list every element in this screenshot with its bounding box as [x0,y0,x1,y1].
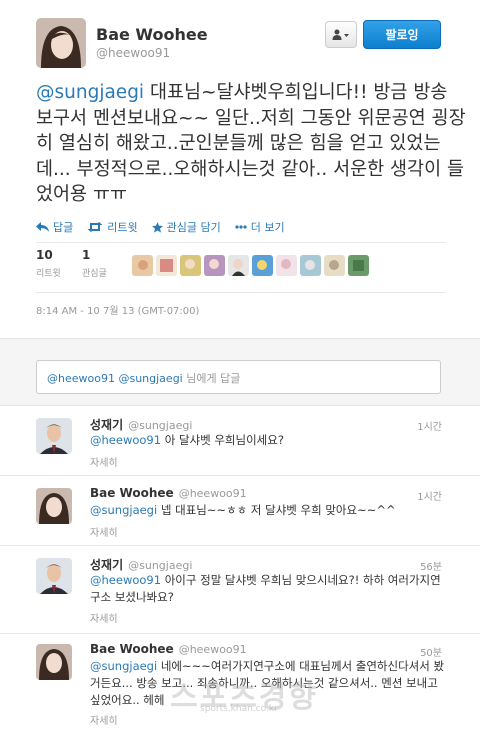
retweeter-avatars [132,255,369,276]
more-label: 더 보기 [250,221,285,234]
reply-time[interactable]: 1시간 [417,488,442,503]
tweet-timestamp[interactable]: 8:14 AM - 10 7월 13 (GMT-07:00) [36,302,199,317]
reply-mention[interactable]: @sungjaegi [90,503,157,517]
reply-details-link[interactable]: 자세히 [90,610,118,625]
reply-author[interactable]: 성재기 @sungjaegi [90,556,192,573]
profile-name[interactable]: Bae Woohee [96,25,208,44]
reply-body: 넵 대표님~~ㅎㅎ 저 달샤벳 우희 맞아요~~^^ [157,503,396,517]
tweet-actions: 답글 리트윗 관심글 담기 더 보기 [36,218,285,236]
avatar[interactable] [228,255,249,276]
star-icon [151,221,163,233]
retweet-action[interactable]: 리트윗 [87,219,138,235]
reply-author-name: 성재기 [90,558,124,572]
reply-item[interactable]: 성재기 @sungjaegi 56분 @heewoo91 아이구 정말 달샤벳 우… [0,546,480,634]
user-menu-button[interactable] [325,21,357,48]
profile-handle[interactable]: @heewoo91 [96,46,170,60]
avatar[interactable] [324,255,345,276]
avatar[interactable] [276,255,297,276]
reply-body: 아 달샤벳 우희님이세요? [161,433,284,447]
retweet-label: 리트윗 [107,221,138,234]
avatar[interactable] [204,255,225,276]
avatar[interactable] [300,255,321,276]
reply-mention[interactable]: @heewoo91 [90,433,161,447]
reply-details-link[interactable]: 자세히 [90,712,118,727]
reply-mention-1: @heewoo91 [47,372,115,385]
reply-item[interactable]: Bae Woohee @heewoo91 1시간 @sungjaegi 넵 대표님… [0,476,480,546]
avatar[interactable] [132,255,153,276]
avatar[interactable] [348,255,369,276]
reply-time[interactable]: 56분 [420,558,442,573]
divider [36,292,446,293]
reply-item[interactable]: 성재기 @sungjaegi 1시간 @heewoo91 아 달샤벳 우희님이세요… [0,406,480,476]
retweet-count-label: 리트윗 [36,269,61,279]
reply-text: @sungjaegi 넵 대표님~~ㅎㅎ 저 달샤벳 우희 맞아요~~^^ [90,502,450,519]
avatar[interactable] [252,255,273,276]
favorite-label: 관심글 담기 [166,221,221,234]
tweet-stats: 10 리트윗 1 관심글 [36,248,128,288]
reply-author-name: 성재기 [90,418,124,432]
reply-area: @heewoo91 @sungjaegi 님에게 답글 [0,338,480,406]
reply-mention[interactable]: @sungjaegi [90,659,157,673]
reply-label: 답글 [53,221,74,234]
avatar[interactable] [36,558,72,594]
following-button[interactable]: 팔로잉 [363,20,441,49]
divider [36,242,446,243]
profile-header: Bae Woohee @heewoo91 팔로잉 [0,0,480,80]
more-action[interactable]: 더 보기 [235,219,285,235]
watermark-url: sports.khan.co.kr [200,704,278,714]
reply-author[interactable]: 성재기 @sungjaegi [90,416,192,433]
reply-details-link[interactable]: 자세히 [90,524,118,539]
reply-mention[interactable]: @heewoo91 [90,573,161,587]
reply-mention-2: @sungjaegi [118,372,183,385]
reply-author-name: Bae Woohee [90,642,174,656]
reply-author[interactable]: Bae Woohee @heewoo91 [90,486,247,500]
favorite-action[interactable]: 관심글 담기 [151,219,221,235]
avatar[interactable] [156,255,177,276]
reply-time[interactable]: 50분 [420,644,442,659]
reply-author-name: Bae Woohee [90,486,174,500]
avatar[interactable] [36,18,86,68]
favorite-count-value: 1 [82,248,91,262]
reply-author-handle: @sungjaegi [128,559,193,572]
avatar[interactable] [36,488,72,524]
reply-text: @heewoo91 아 달샤벳 우희님이세요? [90,432,450,449]
avatar[interactable] [36,418,72,454]
reply-action[interactable]: 답글 [36,219,73,235]
reply-time[interactable]: 1시간 [417,418,442,433]
tweet-text: @sungjaegi 대표님~달샤벳우희입니다!! 방금 방송 보구서 멘션보내… [36,80,466,208]
reply-placeholder: 님에게 답글 [182,372,241,385]
reply-input[interactable]: @heewoo91 @sungjaegi 님에게 답글 [36,360,441,394]
favorite-count-label: 관심글 [82,269,107,279]
avatar[interactable] [180,255,201,276]
reply-author-handle: @heewoo91 [178,643,247,656]
more-icon [235,225,247,229]
reply-icon [36,222,49,232]
retweet-count-value: 10 [36,248,53,262]
avatar[interactable] [36,644,72,680]
user-dropdown-icon [332,29,349,40]
favorite-count[interactable]: 1 관심글 [82,248,128,288]
retweet-icon [87,222,103,232]
reply-author-handle: @sungjaegi [128,419,193,432]
reply-details-link[interactable]: 자세히 [90,454,118,469]
reply-author-handle: @heewoo91 [178,487,247,500]
reply-author[interactable]: Bae Woohee @heewoo91 [90,642,247,656]
retweet-count[interactable]: 10 리트윗 [36,248,82,288]
reply-text: @heewoo91 아이구 정말 달샤벳 우희님 맞으시네요?! 하하 여러가지… [90,572,450,606]
tweet-mention[interactable]: @sungjaegi [36,82,144,103]
